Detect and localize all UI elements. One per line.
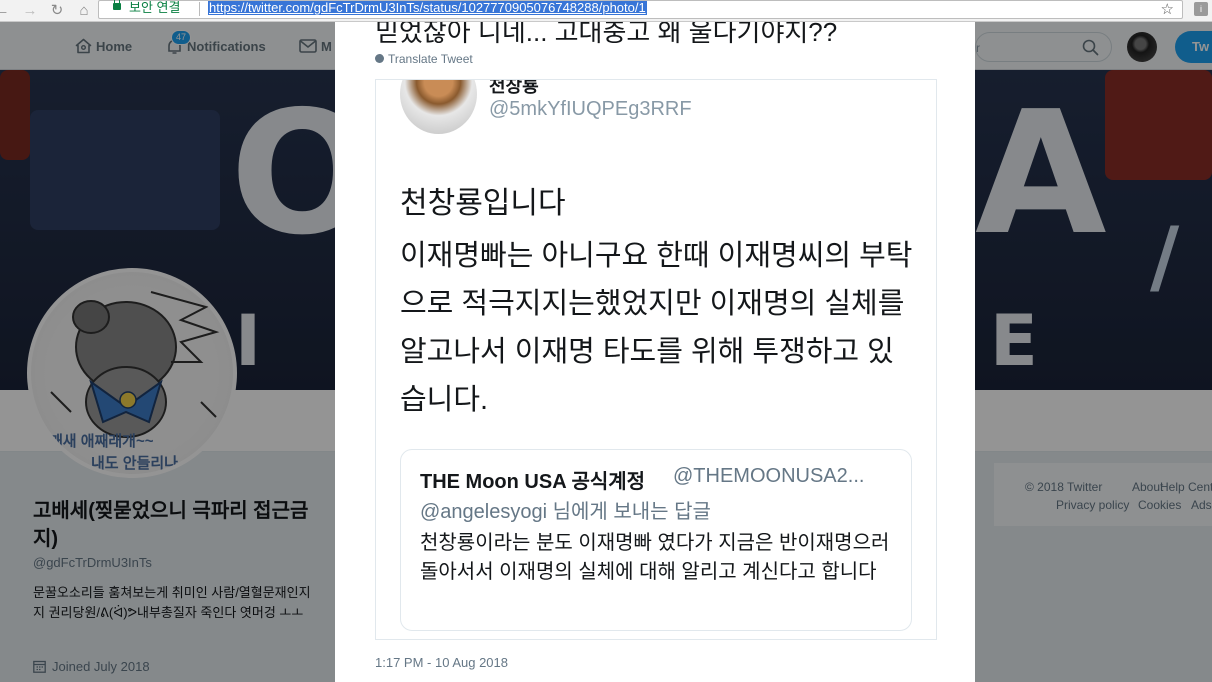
quoted-body-text: 천창룡이라는 분도 이재명빠 였다가 지금은 반이재명으러 돌아서서 이재명의 …: [420, 532, 890, 583]
tweet-panel: 믿었잖아 니네... 고대충고 왜 울다기야지?? Translate Twee…: [335, 22, 975, 682]
address-bar[interactable]: 보안 연결 https://twitter.com/gdFcTrDrmU3InT…: [98, 0, 1183, 19]
card-lead-text: 천창룡입니다: [400, 187, 566, 220]
globe-icon: [375, 54, 384, 64]
quoted-reply-to: @angelesyogi 님에게 보내는 답글: [420, 501, 711, 523]
tweet-timestamp[interactable]: 1:17 PM - 10 Aug 2018: [375, 655, 508, 670]
browser-toolbar: ← → ↻ ⌂ 보안 연결 https://twitter.com/gdFcTr…: [0, 0, 1212, 22]
card-author-avatar: [400, 80, 477, 134]
lock-icon: [113, 0, 121, 10]
tweet-screenshot-image[interactable]: 천창룡 @5mkYfIUQPEg3RRF 천창룡입니다 이재명빠는 아니구요 한…: [375, 79, 937, 640]
star-icon[interactable]: ☆: [1161, 0, 1174, 18]
back-arrow-icon[interactable]: ←: [0, 1, 12, 21]
home-icon[interactable]: ⌂: [74, 1, 94, 21]
card-author-name: 천창룡: [489, 79, 539, 96]
extension-icon[interactable]: i: [1194, 2, 1208, 16]
card-author-handle: @5mkYfIUQPEg3RRF: [489, 98, 692, 120]
tweet-text: 믿었잖아 니네... 고대충고 왜 울다기야지??: [375, 22, 838, 47]
translate-tweet-label: Translate Tweet: [388, 52, 473, 66]
secure-connection-label: 보안 연결: [129, 0, 181, 15]
url-text[interactable]: https://twitter.com/gdFcTrDrmU3InTs/stat…: [208, 1, 647, 15]
quoted-author-handle: @THEMOONUSA2...: [673, 465, 865, 487]
card-body-text: 이재명빠는 아니구요 한때 이재명씨의 부탁으로 적극지지는했었지만 이재명의 …: [400, 240, 913, 416]
quoted-author-name: THE Moon USA 공식계정: [420, 471, 646, 493]
url-separator: [199, 2, 200, 16]
translate-tweet-link[interactable]: Translate Tweet: [375, 52, 473, 66]
forward-arrow-icon[interactable]: →: [20, 1, 40, 21]
quoted-tweet: THE Moon USA 공식계정 @THEMOONUSA2... @angel…: [400, 449, 912, 631]
reload-icon[interactable]: ↻: [47, 1, 67, 21]
